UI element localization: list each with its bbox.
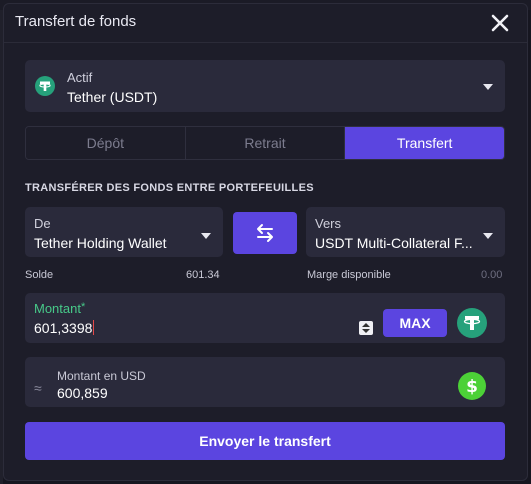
tether-icon: [35, 76, 55, 101]
chevron-down-icon: [483, 233, 493, 239]
chevron-down-icon: [483, 84, 493, 90]
from-wallet-select[interactable]: De Tether Holding Wallet: [25, 207, 223, 257]
max-button[interactable]: MAX: [383, 309, 447, 337]
chevron-down-icon: [201, 233, 211, 239]
tether-icon: [457, 308, 487, 343]
section-title: TRANSFÉRER DES FONDS ENTRE PORTEFEUILLES: [25, 182, 314, 194]
amount-label: Montant*: [34, 301, 86, 316]
balance-value: 601.34: [186, 269, 220, 281]
transfer-modal: Transfert de fonds Actif Tether (USDT) D…: [3, 3, 528, 481]
required-mark: *: [80, 301, 86, 313]
to-wallet-select[interactable]: Vers USDT Multi-Collateral F...: [306, 207, 505, 257]
transfer-type-tabs: Dépôt Retrait Transfert: [25, 126, 505, 160]
to-value: USDT Multi-Collateral F...: [315, 235, 473, 251]
close-icon[interactable]: [489, 12, 511, 34]
tab-withdraw[interactable]: Retrait: [185, 127, 346, 159]
margin-value: 0.00: [481, 269, 503, 281]
svg-text:$: $: [466, 377, 478, 397]
from-value: Tether Holding Wallet: [34, 235, 167, 251]
modal-title: Transfert de fonds: [15, 13, 137, 30]
approx-symbol: ≈: [34, 380, 42, 396]
to-label: Vers: [315, 216, 342, 231]
asset-value: Tether (USDT): [67, 89, 158, 105]
dollar-icon: $: [458, 372, 486, 405]
send-transfer-button[interactable]: Envoyer le transfert: [25, 422, 505, 460]
asset-select[interactable]: Actif Tether (USDT): [25, 60, 505, 112]
margin-label: Marge disponible: [307, 269, 391, 281]
usd-label: Montant en USD: [57, 369, 146, 383]
from-label: De: [34, 216, 51, 231]
amount-field[interactable]: Montant* 601,3398 MAX: [25, 293, 505, 343]
header-divider: [4, 42, 527, 43]
amount-stepper[interactable]: [359, 321, 373, 335]
amount-input[interactable]: 601,3398: [34, 320, 95, 336]
usd-amount-field: ≈ Montant en USD 600,859 $: [25, 357, 505, 407]
asset-label: Actif: [67, 70, 93, 85]
balance-label: Solde: [25, 269, 54, 281]
usd-value: 600,859: [57, 385, 108, 401]
tab-deposit[interactable]: Dépôt: [26, 127, 186, 159]
swap-arrows-icon: [257, 224, 273, 242]
tab-transfer[interactable]: Transfert: [345, 127, 504, 159]
text-cursor: [93, 320, 95, 335]
swap-wallets-button[interactable]: [233, 212, 297, 254]
